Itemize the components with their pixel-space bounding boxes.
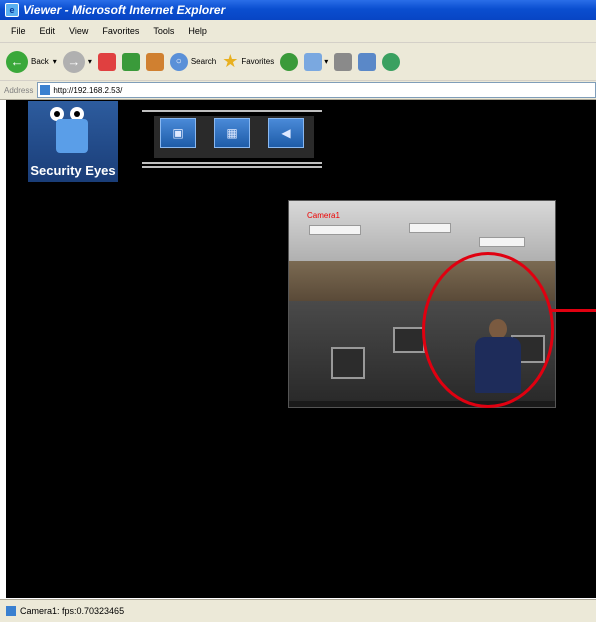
edit-icon	[358, 52, 377, 71]
address-input[interactable]: http://192.168.2.53/	[37, 82, 596, 98]
menu-file[interactable]: File	[8, 26, 29, 36]
messenger-icon	[382, 52, 401, 71]
page-icon	[6, 606, 16, 616]
dropdown-icon: ▾	[324, 57, 329, 66]
home-button[interactable]	[145, 48, 164, 76]
dropdown-icon: ▾	[52, 57, 57, 66]
favorites-button[interactable]: ★ Favorites	[222, 48, 274, 76]
page-icon	[40, 85, 51, 95]
forward-arrow-icon: →	[62, 50, 85, 73]
star-icon: ★	[222, 51, 239, 71]
monitor	[331, 347, 365, 379]
menu-help[interactable]: Help	[185, 26, 210, 36]
status-text: Camera1: fps:0.70323465	[20, 606, 125, 616]
logo-figure	[56, 119, 88, 153]
layout-button[interactable]: ▦	[214, 118, 250, 148]
history-button[interactable]	[280, 48, 299, 76]
status-bar: Camera1: fps:0.70323465	[0, 599, 596, 622]
mail-button[interactable]: ▾	[304, 48, 328, 76]
divider	[142, 110, 322, 112]
history-icon	[280, 52, 299, 71]
edit-button[interactable]	[358, 48, 377, 76]
menu-bar: File Edit View Favorites Tools Help	[0, 20, 596, 43]
camera-icon: ▣	[172, 126, 184, 140]
back-arrow-icon: ←	[6, 50, 28, 73]
home-icon	[145, 52, 164, 71]
security-eyes-logo: Security Eyes	[28, 101, 118, 182]
window-title-bar: e Viewer - Microsoft Internet Explorer	[0, 0, 596, 20]
messenger-button[interactable]	[382, 48, 401, 76]
ceiling-light	[409, 223, 451, 233]
annotation-line	[550, 309, 596, 312]
audio-button[interactable]: ◀	[268, 118, 304, 148]
address-bar: Address http://192.168.2.53/	[0, 81, 596, 100]
divider	[142, 166, 322, 168]
camera-label: Camera1	[307, 211, 340, 220]
window-title: Viewer - Microsoft Internet Explorer	[23, 3, 226, 17]
refresh-icon	[121, 52, 140, 71]
control-panel: ▣ ▦ ◀	[142, 110, 322, 168]
toolbar: ← Back ▾ → ▾ ○ Search ★ Favorites ▾	[0, 43, 596, 81]
grid-icon: ▦	[226, 126, 238, 140]
print-button[interactable]	[334, 48, 353, 76]
address-url: http://192.168.2.53/	[53, 85, 123, 95]
address-label: Address	[4, 85, 34, 95]
dropdown-icon: ▾	[87, 57, 92, 66]
back-button[interactable]: ← Back ▾	[6, 48, 57, 76]
print-icon	[334, 52, 353, 71]
divider	[142, 162, 322, 164]
mail-icon	[304, 52, 323, 71]
ceiling-light	[479, 237, 525, 247]
annotation-circle	[422, 252, 554, 408]
search-button[interactable]: ○ Search	[169, 48, 216, 76]
refresh-button[interactable]	[121, 48, 140, 76]
menu-favorites[interactable]: Favorites	[99, 26, 142, 36]
monitor	[393, 327, 425, 353]
menu-tools[interactable]: Tools	[150, 26, 177, 36]
stop-icon	[97, 52, 116, 71]
speaker-icon: ◀	[281, 126, 291, 140]
forward-button[interactable]: → ▾	[62, 48, 92, 76]
logo-text: Security Eyes	[30, 163, 116, 178]
menu-view[interactable]: View	[66, 26, 91, 36]
ie-icon: e	[5, 3, 19, 17]
camera-view-button[interactable]: ▣	[160, 118, 196, 148]
ceiling-light	[309, 225, 361, 235]
stop-button[interactable]	[97, 48, 116, 76]
search-icon: ○	[169, 52, 188, 71]
menu-edit[interactable]: Edit	[37, 26, 59, 36]
